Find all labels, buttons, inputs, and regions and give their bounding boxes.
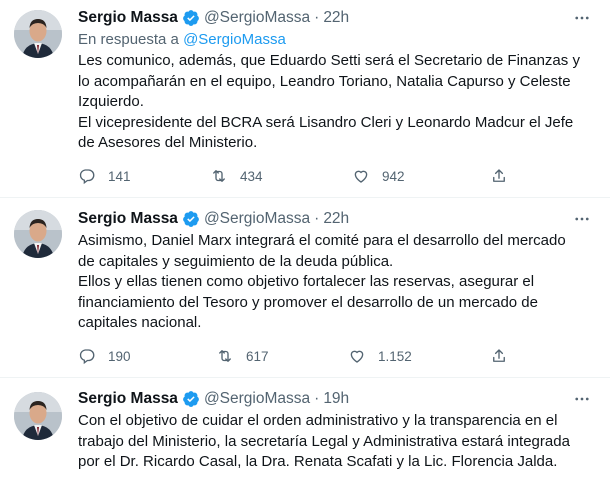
tweet-text: Asimismo, Daniel Marx integrará el comit… xyxy=(78,231,584,334)
tweet-actions: 141 434 942 xyxy=(78,166,518,186)
avatar[interactable] xyxy=(14,10,62,58)
reply-button[interactable]: 141 xyxy=(78,166,131,186)
reply-icon xyxy=(79,349,95,365)
verified-badge-icon xyxy=(182,210,200,228)
share-icon xyxy=(493,169,505,182)
author-handle[interactable]: @SergioMassa xyxy=(204,210,310,228)
reply-prefix: En respuesta a xyxy=(78,31,179,48)
avatar[interactable] xyxy=(14,210,62,258)
like-button[interactable]: 1.152 xyxy=(348,346,412,366)
share-button[interactable] xyxy=(490,166,508,186)
separator: · xyxy=(314,390,320,407)
like-button[interactable]: 942 xyxy=(352,166,405,186)
tweet-header: Sergio Massa @SergioMassa · 22h xyxy=(78,209,570,229)
tweet-text: Les comunico, además, que Eduardo Setti … xyxy=(78,51,584,154)
separator: · xyxy=(314,210,320,227)
timestamp[interactable]: 19h xyxy=(323,390,349,408)
tweet-paragraph: Les comunico, además, que Eduardo Setti … xyxy=(78,52,580,110)
tweet-header: Sergio Massa @SergioMassa · 22h xyxy=(78,8,570,28)
tweet-paragraph: El vicepresidente del BCRA será Lisandro… xyxy=(78,113,574,152)
retweet-count: 617 xyxy=(246,348,269,364)
more-options-icon[interactable] xyxy=(572,209,592,229)
author-name[interactable]: Sergio Massa xyxy=(78,210,178,228)
tweet-paragraph: Asimismo, Daniel Marx integrará el comit… xyxy=(78,232,566,270)
reply-button[interactable]: 190 xyxy=(78,346,131,366)
timestamp[interactable]: 22h xyxy=(323,9,349,27)
author-handle[interactable]: @SergioMassa xyxy=(204,390,310,408)
reply-icon xyxy=(79,169,95,185)
like-count: 942 xyxy=(382,168,405,184)
tweet-paragraph: Con el objetivo de cuidar el orden admin… xyxy=(78,412,570,470)
more-options-icon[interactable] xyxy=(572,389,592,409)
tweet[interactable]: Sergio Massa @SergioMassa · 22h En respu… xyxy=(0,0,610,198)
verified-badge-icon xyxy=(182,9,200,27)
like-icon xyxy=(350,350,364,363)
tweet[interactable]: Sergio Massa @SergioMassa · 22h Asimismo… xyxy=(0,198,610,378)
tweet-feed: Sergio Massa @SergioMassa · 22h En respu… xyxy=(0,0,610,477)
share-button[interactable] xyxy=(490,346,508,366)
reply-count: 190 xyxy=(108,348,131,364)
reply-to-handle-link[interactable]: @SergioMassa xyxy=(183,31,286,48)
author-name[interactable]: Sergio Massa xyxy=(78,390,178,408)
like-icon xyxy=(354,170,368,183)
timestamp[interactable]: 22h xyxy=(323,210,349,228)
separator: · xyxy=(314,9,320,26)
retweet-button[interactable]: 434 xyxy=(210,166,263,186)
retweet-button[interactable]: 617 xyxy=(216,346,269,366)
retweet-icon xyxy=(219,350,231,362)
tweet-text: Con el objetivo de cuidar el orden admin… xyxy=(78,411,584,473)
tweet-paragraph: Ellos y ellas tienen como objetivo forta… xyxy=(78,273,538,331)
like-count: 1.152 xyxy=(378,348,412,364)
author-handle[interactable]: @SergioMassa xyxy=(204,9,310,27)
share-icon xyxy=(493,349,505,362)
tweet-header: Sergio Massa @SergioMassa · 19h xyxy=(78,389,570,409)
retweet-count: 434 xyxy=(240,168,263,184)
tweet[interactable]: Sergio Massa @SergioMassa · 19h Con el o… xyxy=(0,378,610,477)
author-name[interactable]: Sergio Massa xyxy=(78,9,178,27)
verified-badge-icon xyxy=(182,390,200,408)
more-options-icon[interactable] xyxy=(572,8,592,28)
retweet-icon xyxy=(213,170,225,182)
avatar[interactable] xyxy=(14,392,62,440)
reply-context: En respuesta a @SergioMassa xyxy=(78,30,286,50)
reply-count: 141 xyxy=(108,168,131,184)
tweet-actions: 190 617 1.152 xyxy=(78,346,518,366)
